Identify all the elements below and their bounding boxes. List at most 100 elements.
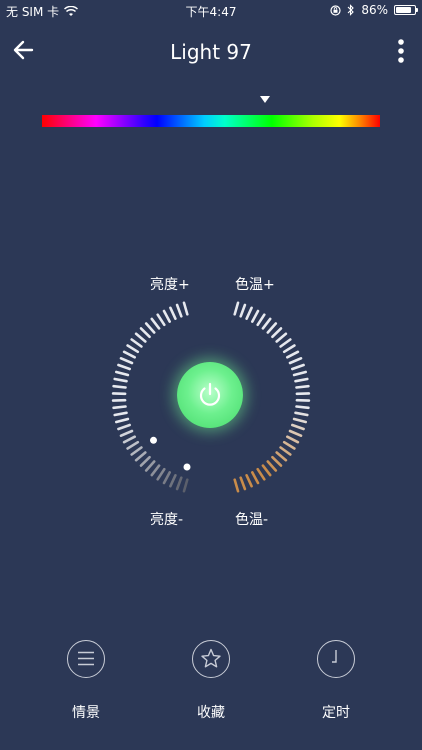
temperature-tick [282, 344, 296, 354]
orientation-lock-icon [330, 4, 341, 16]
brightness-minus-label[interactable]: 亮度- [150, 509, 183, 529]
temperature-tick [295, 405, 310, 410]
temperature-tick [239, 303, 247, 318]
temperature-tick [239, 476, 247, 491]
brightness-tick [156, 313, 166, 327]
bottom-bar: 情景 收藏 定时 [0, 636, 422, 736]
brightness-tick [162, 309, 171, 323]
star-icon[interactable] [192, 640, 230, 678]
temperature-tick [282, 440, 296, 450]
scene-tab[interactable]: 情景 [36, 636, 136, 722]
battery-icon [394, 5, 418, 15]
temperature-minus-label[interactable]: 色温- [235, 509, 268, 529]
brightness-tick [150, 317, 161, 330]
brightness-tick [130, 446, 143, 456]
brightness-tick [113, 377, 128, 383]
temperature-tick [233, 301, 240, 316]
brightness-tick [144, 460, 156, 472]
temperature-tick [279, 446, 292, 456]
temperature-tick [285, 350, 300, 359]
temperature-tick [275, 451, 288, 462]
brightness-tick [150, 464, 161, 477]
brightness-plus-label[interactable]: 亮度+ [150, 274, 190, 294]
battery-percent: 86% [361, 3, 388, 17]
brightness-tick [122, 350, 136, 359]
clock-icon[interactable] [317, 640, 355, 678]
brightness-tick [175, 476, 183, 491]
temperature-plus-label[interactable]: 色温+ [235, 274, 275, 294]
battery-fill [396, 7, 412, 13]
temperature-tick [294, 377, 309, 383]
brightness-tick [126, 344, 140, 354]
brightness-tick [115, 370, 130, 377]
brightness-tick [134, 332, 147, 343]
brightness-tick [117, 363, 131, 371]
favorites-tab[interactable]: 收藏 [161, 636, 261, 722]
spectrum-bar[interactable] [42, 115, 380, 127]
status-right: 86% [330, 3, 418, 17]
temperature-tick [288, 429, 303, 437]
temperature-knob[interactable] [183, 463, 191, 471]
timer-tab[interactable]: 定时 [286, 636, 386, 722]
screen: 无 SIM 卡 下午4:47 86% Light 97 亮度+ 色温+ 亮度- … [0, 0, 422, 750]
temperature-tick [251, 309, 260, 323]
temperature-tick [275, 332, 288, 343]
brightness-tick [182, 301, 189, 316]
spectrum-indicator[interactable] [260, 96, 271, 103]
temperature-tick [294, 411, 309, 417]
brightness-tick [112, 405, 127, 410]
brightness-tick [169, 474, 177, 488]
brightness-tick [113, 411, 128, 417]
temperature-tick [288, 357, 303, 365]
brightness-tick [119, 429, 134, 437]
brightness-tick [139, 327, 151, 339]
temperature-tick [279, 338, 292, 348]
temperature-tick [251, 471, 260, 485]
temperature-tick [245, 306, 253, 321]
brightness-tick [139, 455, 151, 467]
temperature-tick [245, 474, 253, 488]
temperature-tick [295, 384, 310, 389]
status-bar: 无 SIM 卡 下午4:47 86% [0, 0, 422, 22]
brightness-tick [117, 423, 131, 431]
bluetooth-icon [347, 4, 355, 16]
power-button[interactable] [177, 362, 243, 428]
brightness-tick [156, 467, 166, 481]
more-vertical-icon[interactable] [394, 38, 408, 64]
favorites-label: 收藏 [197, 705, 225, 721]
temperature-tick [290, 423, 305, 431]
color-spectrum[interactable] [42, 94, 380, 130]
page-title: Light 97 [170, 40, 252, 64]
brightness-tick [169, 306, 177, 321]
temperature-tick [261, 464, 272, 477]
temperature-tick [290, 363, 305, 371]
brightness-tick [134, 451, 147, 462]
temperature-tick [292, 417, 308, 424]
temperature-tick [271, 327, 283, 339]
dial-area: 亮度+ 色温+ 亮度- 色温- [0, 260, 422, 540]
temperature-tick [266, 322, 278, 334]
temperature-tick [285, 435, 300, 444]
temperature-tick [292, 370, 308, 377]
temperature-tick [256, 467, 266, 481]
brightness-tick [175, 303, 183, 318]
temperature-dial[interactable] [233, 301, 311, 493]
temperature-tick [233, 478, 240, 493]
brightness-tick [115, 417, 130, 424]
scene-label: 情景 [72, 705, 100, 721]
brightness-tick [182, 478, 189, 493]
temperature-tick [261, 317, 272, 330]
brightness-tick [119, 357, 134, 365]
temperature-tick [271, 455, 283, 467]
brightness-tick [130, 338, 143, 348]
brightness-tick [126, 440, 140, 450]
brightness-tick [144, 322, 156, 334]
menu-lines-icon[interactable] [67, 640, 105, 678]
header: Light 97 [0, 22, 422, 78]
power-icon [199, 382, 221, 406]
brightness-knob[interactable] [150, 436, 157, 444]
temperature-tick [256, 313, 266, 327]
brightness-tick [112, 384, 127, 389]
brightness-tick [162, 471, 171, 485]
brightness-tick [122, 435, 136, 444]
